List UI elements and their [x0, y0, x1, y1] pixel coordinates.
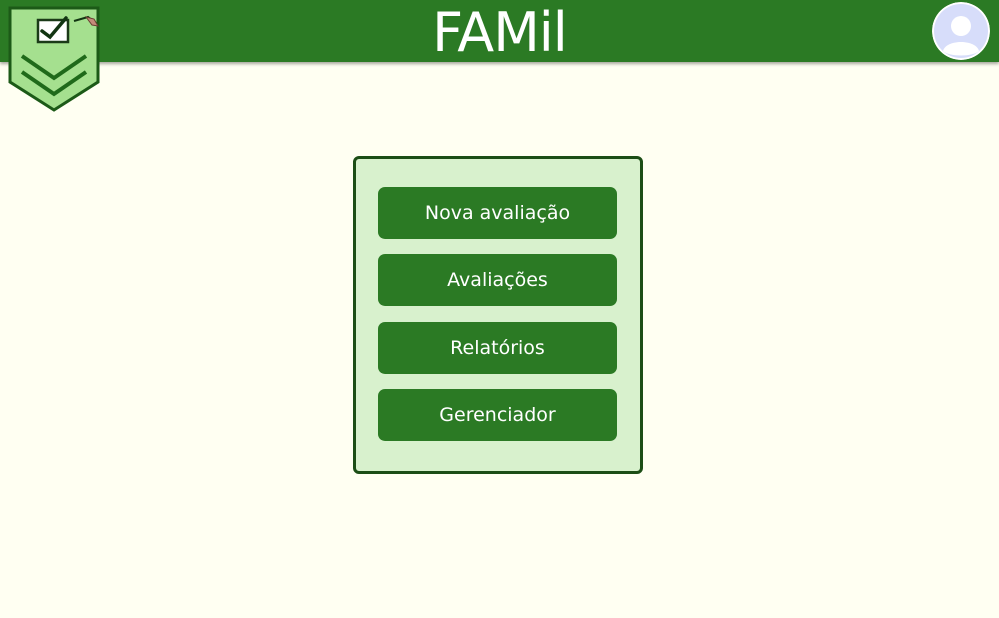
relatorios-button[interactable]: Relatórios — [378, 322, 617, 374]
app-header: FAMil — [0, 0, 999, 64]
avaliacoes-button[interactable]: Avaliações — [378, 254, 617, 306]
user-avatar-icon[interactable] — [932, 2, 990, 60]
main-menu-panel: Nova avaliação Avaliações Relatórios Ger… — [353, 156, 643, 474]
app-title: FAMil — [432, 1, 568, 64]
nova-avaliacao-button[interactable]: Nova avaliação — [378, 187, 617, 239]
gerenciador-button[interactable]: Gerenciador — [378, 389, 617, 441]
checklist-shield-logo-icon[interactable] — [8, 6, 104, 114]
